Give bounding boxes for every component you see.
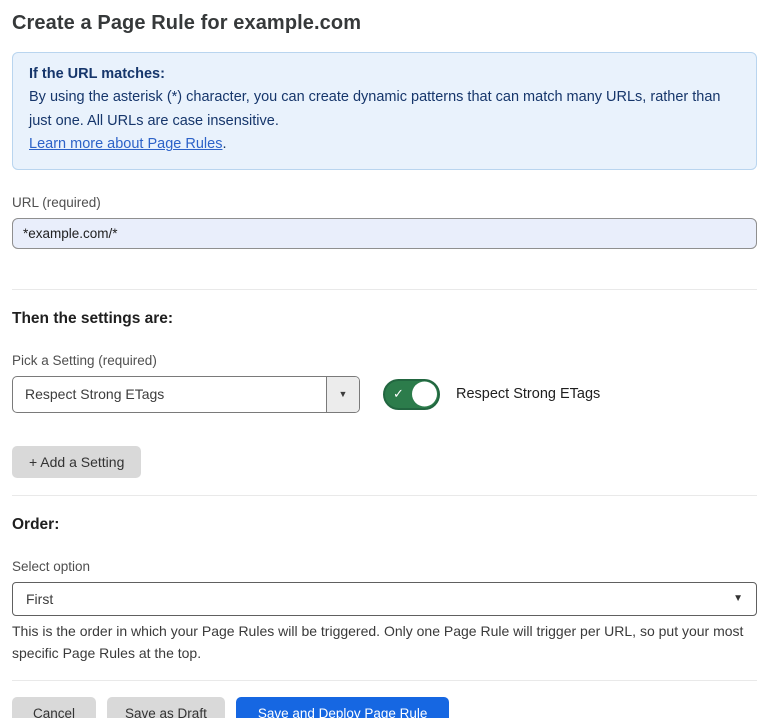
setting-select-value: Respect Strong ETags bbox=[13, 377, 326, 412]
order-heading: Order: bbox=[12, 516, 757, 534]
link-period: . bbox=[222, 136, 226, 152]
chevron-down-icon: ▼ bbox=[339, 389, 348, 399]
url-field-label: URL (required) bbox=[12, 195, 757, 210]
section-divider bbox=[12, 289, 757, 290]
order-help-text: This is the order in which your Page Rul… bbox=[12, 621, 757, 664]
save-deploy-button[interactable]: Save and Deploy Page Rule bbox=[236, 697, 450, 718]
order-select[interactable]: First ▼ bbox=[12, 582, 757, 616]
setting-select[interactable]: Respect Strong ETags ▼ bbox=[12, 376, 360, 413]
respect-etags-toggle[interactable]: ✓ bbox=[383, 379, 440, 410]
add-setting-button[interactable]: + Add a Setting bbox=[12, 446, 141, 478]
cancel-button[interactable]: Cancel bbox=[12, 697, 96, 718]
order-select-value: First bbox=[26, 591, 53, 607]
check-icon: ✓ bbox=[393, 386, 404, 402]
section-divider bbox=[12, 495, 757, 496]
setting-picker-label: Pick a Setting (required) bbox=[12, 353, 757, 368]
url-match-info-box: If the URL matches: By using the asteris… bbox=[12, 52, 757, 170]
footer-divider bbox=[12, 680, 757, 681]
info-box-heading: If the URL matches: bbox=[29, 63, 740, 86]
toggle-label: Respect Strong ETags bbox=[456, 386, 600, 402]
page-title: Create a Page Rule for example.com bbox=[12, 12, 757, 35]
footer-actions: Cancel Save as Draft Save and Deploy Pag… bbox=[12, 697, 757, 718]
save-draft-button[interactable]: Save as Draft bbox=[107, 697, 225, 718]
toggle-knob bbox=[412, 382, 437, 407]
settings-heading: Then the settings are: bbox=[12, 310, 757, 328]
setting-row: Respect Strong ETags ▼ ✓ Respect Strong … bbox=[12, 376, 757, 413]
info-box-body: By using the asterisk (*) character, you… bbox=[29, 86, 740, 156]
url-input[interactable] bbox=[12, 218, 757, 249]
chevron-down-icon: ▼ bbox=[733, 593, 743, 604]
order-select-label: Select option bbox=[12, 559, 757, 574]
info-box-body-text: By using the asterisk (*) character, you… bbox=[29, 89, 721, 128]
setting-select-arrow-button[interactable]: ▼ bbox=[326, 377, 359, 412]
learn-more-link[interactable]: Learn more about Page Rules bbox=[29, 136, 222, 152]
setting-toggle-group: ✓ Respect Strong ETags bbox=[383, 379, 600, 410]
page-rule-form: Create a Page Rule for example.com If th… bbox=[0, 0, 769, 718]
